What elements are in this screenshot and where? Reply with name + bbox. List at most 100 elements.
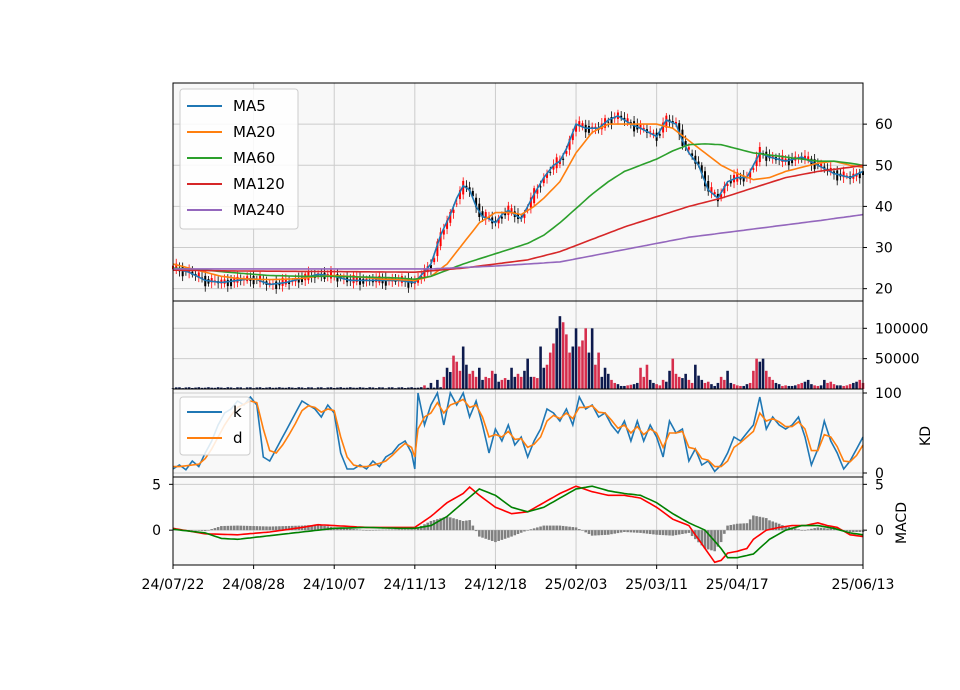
macd-hist-bar-129 bbox=[587, 530, 591, 535]
macd-hist-bar-101 bbox=[497, 530, 500, 541]
macd-hist-bar-65 bbox=[381, 529, 384, 531]
macd-hist-bar-57 bbox=[355, 529, 359, 531]
macd-hist-bar-133 bbox=[600, 530, 604, 536]
macd-hist-bar-179 bbox=[748, 519, 752, 531]
volume-bar-115 bbox=[803, 381, 807, 389]
macd-hist-bar-119 bbox=[555, 525, 558, 531]
volume-bar-113 bbox=[797, 384, 800, 389]
macd-hist-bar-113 bbox=[536, 527, 539, 531]
volume-panel: 50000 100000 bbox=[171, 300, 928, 390]
macd-hist-bar-18 bbox=[229, 525, 233, 531]
x-tick-label-0: 24/07/22 bbox=[142, 577, 205, 593]
candle-body-88 bbox=[455, 203, 458, 205]
macd-ytick-label-0: 0 bbox=[875, 523, 884, 539]
volume-bar-22 bbox=[503, 378, 507, 389]
macd-hist-bar-9 bbox=[200, 530, 204, 531]
macd-hist-bar-184 bbox=[764, 518, 768, 531]
volume-bar-13 bbox=[474, 376, 478, 389]
price-ytick-label-4: 60 bbox=[875, 117, 893, 133]
volume-bar-54 bbox=[606, 373, 610, 389]
volume-bar-86 bbox=[710, 384, 713, 389]
macd-hist-bar-148 bbox=[648, 530, 652, 535]
macd-hist-bar-117 bbox=[548, 525, 552, 531]
x-tick-label-7: 25/04/17 bbox=[706, 577, 769, 593]
volume-bar-64 bbox=[639, 367, 642, 389]
legend-label-d: d bbox=[233, 429, 243, 447]
macd-hist-bar-96 bbox=[481, 530, 484, 538]
volume-bar-29 bbox=[526, 358, 529, 389]
volume-bar-36 bbox=[548, 352, 552, 389]
macd-hist-bar-104 bbox=[507, 530, 510, 538]
macd-hist-bar-131 bbox=[594, 530, 597, 536]
macd-hist-bar-26 bbox=[255, 526, 259, 531]
volume-bar-52 bbox=[600, 376, 604, 389]
candle-body-58 bbox=[359, 278, 362, 285]
macd-hist-bar-150 bbox=[655, 530, 658, 535]
volume-bar-109 bbox=[784, 385, 787, 389]
macd-hist-bar-88 bbox=[455, 519, 459, 531]
macd-hist-bar-17 bbox=[226, 525, 230, 531]
kd-ytick-label-1: 100 bbox=[875, 386, 902, 402]
macd-hist-bar-14 bbox=[216, 527, 220, 531]
volume-bar-84 bbox=[703, 382, 707, 389]
macd-hist-bar-144 bbox=[636, 530, 639, 533]
macd-hist-bar-62 bbox=[371, 529, 375, 531]
volume-bar-51 bbox=[597, 352, 600, 389]
macd-hist-bar-63 bbox=[374, 529, 378, 531]
volume-bar-67 bbox=[648, 379, 652, 389]
macd-hist-bar-71 bbox=[400, 529, 404, 531]
price-ytick-label-2: 40 bbox=[875, 199, 893, 215]
price-ytick-label-1: 30 bbox=[875, 241, 893, 257]
macd-hist-bar-145 bbox=[639, 530, 642, 533]
macd-hist-bar-28 bbox=[261, 526, 265, 531]
macd-hist-bar-195 bbox=[800, 530, 804, 531]
volume-bar-105 bbox=[771, 379, 775, 389]
macd-hist-bar-29 bbox=[265, 526, 268, 531]
macd-hist-bar-74 bbox=[410, 529, 413, 531]
macd-hist-bar-97 bbox=[484, 530, 488, 539]
volume-bar-132 bbox=[858, 379, 862, 389]
volume-ytick-label-0: 50000 bbox=[875, 352, 920, 368]
macd-hist-bar-135 bbox=[606, 530, 610, 535]
volume-bar-3 bbox=[442, 376, 446, 389]
macd-hist-bar-19 bbox=[232, 525, 236, 531]
volume-bar-101 bbox=[758, 361, 762, 389]
macd-hist-bar-60 bbox=[365, 530, 368, 531]
macd-hist-bar-165 bbox=[703, 530, 707, 549]
volume-bar-49 bbox=[590, 328, 594, 389]
volume-bar-97 bbox=[745, 384, 749, 389]
volume-bar-33 bbox=[539, 346, 542, 389]
macd-hist-bar-94 bbox=[474, 530, 478, 532]
macd-hist-bar-107 bbox=[516, 530, 520, 535]
volume-bar-107 bbox=[777, 384, 781, 389]
macd-hist-bar-171 bbox=[723, 530, 726, 534]
volume-bar-76 bbox=[677, 376, 681, 389]
volume-bar-28 bbox=[523, 370, 526, 389]
macd-hist-bar-25 bbox=[252, 526, 255, 531]
macd-hist-bar-10 bbox=[203, 530, 207, 532]
volume-bar-32 bbox=[536, 378, 539, 389]
macd-axis-label: MACD bbox=[894, 502, 910, 544]
stock-chart: 2030405060 50000100000 0100 0505 24/07/2… bbox=[0, 0, 960, 690]
legend-label-ma120: MA120 bbox=[233, 175, 285, 193]
macd-hist-bar-124 bbox=[571, 527, 575, 531]
macd-hist-bar-110 bbox=[526, 530, 529, 531]
volume-bar-48 bbox=[587, 352, 591, 389]
macd-hist-bar-33 bbox=[278, 526, 281, 531]
volume-bar-5 bbox=[449, 372, 452, 389]
volume-bar-56 bbox=[613, 382, 617, 389]
macd-hist-bar-180 bbox=[752, 515, 755, 531]
volume-bar-9 bbox=[461, 346, 465, 389]
macd-hist-bar-201 bbox=[819, 527, 823, 531]
macd-hist-bar-90 bbox=[461, 521, 465, 531]
volume-bar-23 bbox=[507, 379, 510, 389]
volume-bar-126 bbox=[839, 385, 842, 389]
volume-bar-15 bbox=[481, 379, 484, 389]
volume-bar-102 bbox=[761, 358, 765, 389]
macd-hist-bar-89 bbox=[458, 520, 462, 531]
volume-bar-42 bbox=[568, 352, 571, 389]
macd-hist-bar-22 bbox=[242, 525, 246, 531]
volume-bar-6 bbox=[452, 355, 455, 389]
macd-hist-bar-59 bbox=[361, 529, 365, 531]
volume-bar-120 bbox=[819, 385, 823, 389]
